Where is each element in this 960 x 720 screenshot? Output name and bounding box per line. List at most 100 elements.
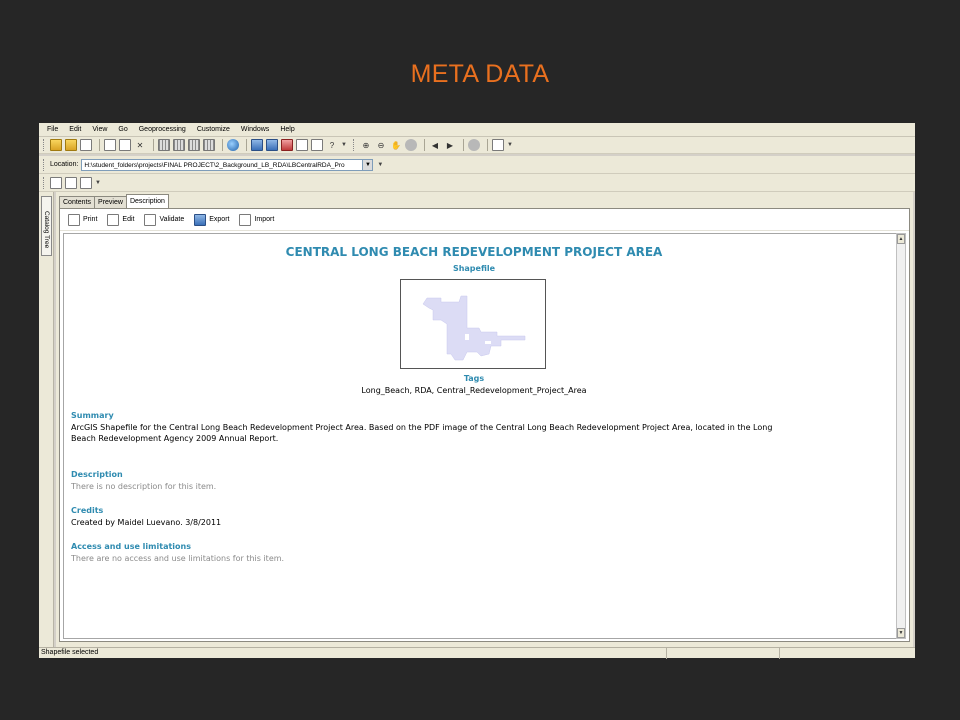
delete-icon[interactable]: ✕ <box>134 139 146 151</box>
tab-preview[interactable]: Preview <box>94 196 127 208</box>
copy-icon[interactable] <box>104 139 116 151</box>
metadata-export-icon[interactable] <box>65 176 77 189</box>
import-label: Import <box>254 216 275 223</box>
toolbar-separator <box>486 139 488 151</box>
launch-arcmap-icon[interactable] <box>227 139 239 151</box>
arctoolbox-icon[interactable] <box>281 139 293 151</box>
toolbar-separator <box>246 139 247 151</box>
model-builder-icon[interactable] <box>311 139 323 151</box>
edit-button[interactable]: Edit <box>107 213 135 226</box>
catalog-tree-tab[interactable]: Catalog Tree <box>41 196 52 256</box>
toolbar-grip[interactable] <box>43 158 46 171</box>
import-icon <box>239 213 252 226</box>
description-frame: Print Edit Validate Export Import CENTRA… <box>59 208 910 642</box>
metadata-import-icon[interactable] <box>80 176 92 189</box>
print-button[interactable]: Print <box>68 213 98 226</box>
large-icons-view-icon[interactable] <box>158 139 170 151</box>
pan-hand-icon[interactable]: ✋ <box>390 139 402 151</box>
rda-boundary-shape <box>422 295 526 361</box>
identify-icon[interactable] <box>467 139 480 151</box>
access-limitations-text: There are no access and use limitations … <box>71 554 285 563</box>
paste-icon[interactable] <box>119 139 131 151</box>
list-view-icon[interactable] <box>173 139 185 151</box>
shapefile-thumbnail <box>400 279 546 369</box>
vertical-scrollbar[interactable]: ▲ ▼ <box>896 233 906 639</box>
disconnect-folder-icon[interactable] <box>80 139 92 151</box>
back-arrow-icon[interactable]: ◀ <box>429 139 441 151</box>
import-button[interactable]: Import <box>239 213 275 226</box>
edit-pencil-icon <box>107 213 120 226</box>
tab-description[interactable]: Description <box>125 194 169 208</box>
details-view-icon[interactable] <box>188 139 200 151</box>
metadata-edit-icon[interactable] <box>50 176 62 189</box>
slide-title: META DATA <box>410 60 550 88</box>
document-title: CENTRAL LONG BEACH REDEVELOPMENT PROJECT… <box>285 245 663 259</box>
tab-contents[interactable]: Contents <box>59 196 96 208</box>
contents-panel: Contents Preview Description Print Edit … <box>56 192 913 647</box>
summary-text-line1: ArcGIS Shapefile for the Central Long Be… <box>71 423 773 432</box>
standard-toolbar: ✕ ? ▼ ⊕ ⊖ ✋ ◀ ▶ ▼ <box>39 137 915 154</box>
credits-text: Created by Maidel Luevano. 3/8/2011 <box>71 518 222 527</box>
validate-button[interactable]: Validate <box>144 213 184 226</box>
toolbar-separator <box>153 139 154 151</box>
search-window-icon[interactable] <box>266 139 278 151</box>
shape-preview-graphic <box>422 295 526 361</box>
location-toolbar: Location: H:\student_folders\projects\FI… <box>39 156 915 174</box>
description-text: There is no description for this item. <box>71 482 217 491</box>
status-divider <box>666 648 667 659</box>
print-label: Print <box>83 216 98 223</box>
location-label: Location: <box>50 161 79 168</box>
toolbar-separator <box>423 139 425 151</box>
location-input[interactable]: H:\student_folders\projects\FINAL PROJEC… <box>81 158 364 171</box>
metadata-document: CENTRAL LONG BEACH REDEVELOPMENT PROJECT… <box>63 233 898 639</box>
menu-windows[interactable]: Windows <box>241 126 269 133</box>
toolbar-options-chevron-icon[interactable]: ▼ <box>507 142 513 148</box>
tags-value: Long_Beach, RDA, Central_Redevelopment_P… <box>361 386 587 395</box>
menu-file[interactable]: File <box>47 126 58 133</box>
shape-hole <box>465 334 469 340</box>
scroll-up-arrow-icon[interactable]: ▲ <box>897 234 905 244</box>
export-button[interactable]: Export <box>194 213 229 226</box>
whats-this-icon[interactable]: ? <box>326 139 338 151</box>
toolbar-separator <box>99 139 100 151</box>
menu-geoprocessing[interactable]: Geoprocessing <box>139 126 186 133</box>
menu-view[interactable]: View <box>92 126 107 133</box>
summary-text-line2: Beach Redevelopment Agency 2009 Annual R… <box>71 434 279 443</box>
document-subtitle: Shapefile <box>452 264 496 273</box>
export-icon <box>194 213 207 226</box>
connect-folder-icon[interactable] <box>65 139 77 151</box>
menu-edit[interactable]: Edit <box>69 126 81 133</box>
menu-customize[interactable]: Customize <box>197 126 230 133</box>
zoom-out-icon[interactable]: ⊖ <box>375 139 387 151</box>
forward-arrow-icon[interactable]: ▶ <box>444 139 456 151</box>
printer-icon <box>68 213 80 226</box>
thumbnails-view-icon[interactable] <box>203 139 215 151</box>
side-dock: Catalog Tree <box>39 192 54 647</box>
toolbar-grip[interactable] <box>43 176 46 189</box>
status-bar: Shapefile selected <box>39 647 915 659</box>
toolbar-grip[interactable] <box>43 139 46 151</box>
arccatalog-window: File Edit View Go Geoprocessing Customiz… <box>39 123 915 659</box>
tags-heading: Tags <box>463 374 485 383</box>
menu-go[interactable]: Go <box>118 126 127 133</box>
toolbar-options-chevron-icon[interactable]: ▼ <box>377 162 383 168</box>
menu-help[interactable]: Help <box>280 126 294 133</box>
up-one-level-icon[interactable] <box>50 139 62 151</box>
toolbar-options-chevron-icon[interactable]: ▼ <box>341 142 347 148</box>
view-tabs: Contents Preview Description <box>59 194 169 208</box>
create-thumbnail-icon[interactable] <box>491 139 504 151</box>
edit-label: Edit <box>122 216 135 223</box>
toolbar-options-chevron-icon[interactable]: ▼ <box>95 180 101 186</box>
catalog-tree-window-icon[interactable] <box>251 139 263 151</box>
scroll-down-arrow-icon[interactable]: ▼ <box>897 628 905 638</box>
credits-heading: Credits <box>71 506 104 515</box>
toolbar-separator <box>222 139 223 151</box>
description-heading: Description <box>71 470 123 479</box>
python-window-icon[interactable] <box>296 139 308 151</box>
summary-heading: Summary <box>71 411 114 420</box>
toolbar-grip[interactable] <box>352 139 356 151</box>
zoom-in-icon[interactable]: ⊕ <box>360 139 372 151</box>
full-extent-icon[interactable] <box>404 139 417 151</box>
location-dropdown-icon[interactable]: ▼ <box>363 158 374 171</box>
catalog-tree-label: Catalog Tree <box>43 211 50 249</box>
